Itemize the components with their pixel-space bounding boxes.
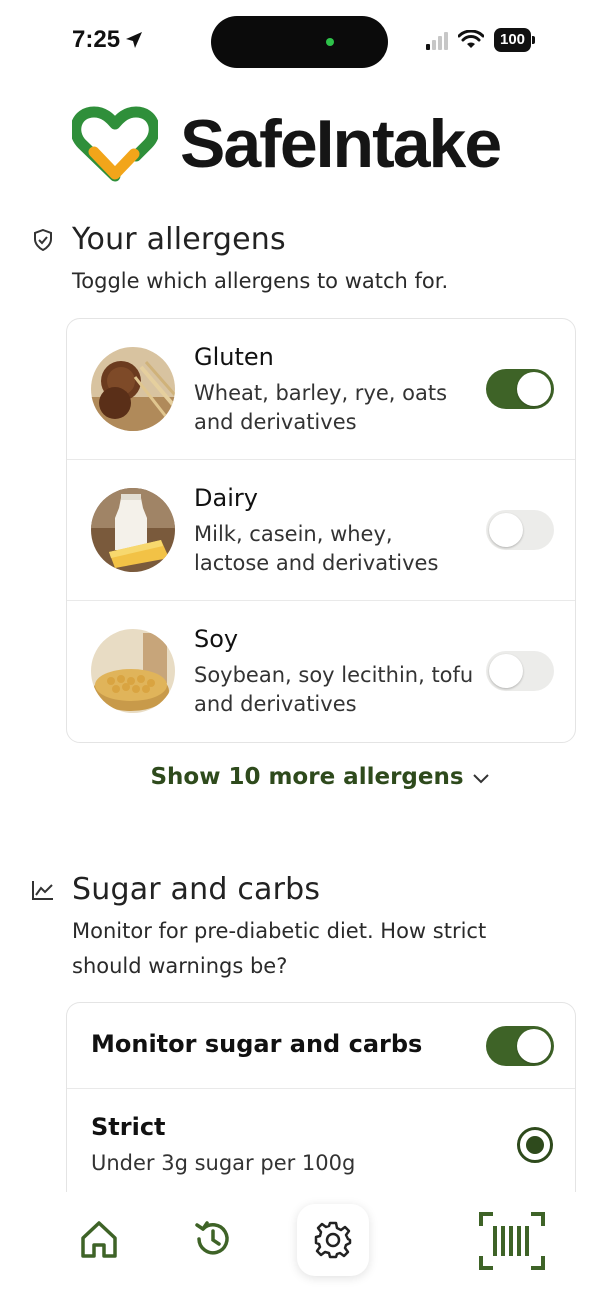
strict-option-label: Strict: [91, 1113, 166, 1141]
allergen-name: Soy: [194, 625, 239, 653]
allergen-row-dairy: Dairy Milk, casein, whey, lactose and de…: [67, 460, 575, 601]
sugar-section-description: Monitor for pre-diabetic diet. How stric…: [72, 919, 487, 978]
dairy-thumbnail: [91, 488, 175, 572]
status-time: 7:25: [72, 26, 144, 54]
allergens-section-description: Toggle which allergens to watch for.: [72, 269, 449, 293]
allergen-row-gluten: Gluten Wheat, barley, rye, oats and deri…: [67, 319, 575, 460]
strict-option-description: Under 3g sugar per 100g: [91, 1151, 356, 1175]
sugar-section-title: Sugar and carbs: [72, 872, 321, 907]
soy-toggle[interactable]: [486, 651, 554, 691]
allergens-section-header: Your allergens: [32, 222, 286, 257]
nav-scan-button[interactable]: [478, 1212, 546, 1270]
show-more-label: Show 10 more allergens: [150, 764, 464, 790]
gluten-toggle[interactable]: [486, 369, 554, 409]
gluten-thumbnail: [91, 347, 175, 431]
monitor-sugar-toggle[interactable]: [486, 1026, 554, 1066]
allergen-name: Dairy: [194, 484, 258, 512]
status-bar: 7:25 100: [0, 0, 600, 84]
radio-selected-dot: [526, 1136, 544, 1154]
sugar-card: Monitor sugar and carbs Strict Under 3g …: [66, 1002, 576, 1202]
dairy-toggle[interactable]: [486, 510, 554, 550]
dynamic-island: [211, 16, 388, 68]
status-time-text: 7:25: [72, 26, 121, 53]
toggle-knob: [517, 1029, 551, 1063]
status-indicators: 100: [426, 28, 536, 52]
toggle-knob: [489, 654, 523, 688]
nav-history-button[interactable]: [190, 1216, 236, 1262]
monitor-sugar-label: Monitor sugar and carbs: [91, 1030, 423, 1058]
home-icon: [81, 1221, 117, 1258]
app-logo: SafeIntake: [72, 104, 502, 184]
app-name: SafeIntake: [180, 106, 502, 182]
bottom-navigation: [0, 1192, 600, 1299]
location-arrow-icon: [126, 32, 143, 48]
allergen-description: Soybean, soy lecithin, tofu and derivati…: [194, 663, 474, 716]
allergen-row-soy: Soy Soybean, soy lecithin, tofu and deri…: [67, 601, 575, 742]
allergens-card: Gluten Wheat, barley, rye, oats and deri…: [66, 318, 576, 743]
strict-option-row[interactable]: Strict Under 3g sugar per 100g: [67, 1089, 575, 1199]
allergen-description: Milk, casein, whey, lactose and derivati…: [194, 522, 439, 575]
allergen-name: Gluten: [194, 343, 274, 371]
nav-settings-button[interactable]: [297, 1204, 369, 1276]
wifi-icon: [458, 30, 484, 48]
cellular-signal-icon: [426, 30, 448, 50]
history-icon: [195, 1221, 229, 1255]
toggle-knob: [517, 372, 551, 406]
sugar-section-header: Sugar and carbs: [32, 872, 320, 907]
monitor-sugar-row: Monitor sugar and carbs: [67, 1003, 575, 1089]
heart-check-logo-icon: [72, 106, 158, 182]
nav-home-button[interactable]: [76, 1216, 122, 1262]
soy-thumbnail: [91, 629, 175, 713]
chevron-down-icon: [472, 765, 490, 791]
camera-indicator-dot: [326, 38, 334, 46]
show-more-allergens-button[interactable]: Show 10 more allergens: [0, 764, 600, 791]
toggle-knob: [489, 513, 523, 547]
barcode-scan-icon: [479, 1212, 545, 1270]
gear-icon: [314, 1221, 352, 1259]
allergens-section-title: Your allergens: [72, 222, 286, 257]
battery-icon: 100: [494, 28, 536, 52]
trend-chart-icon: [32, 879, 54, 901]
allergen-description: Wheat, barley, rye, oats and derivatives: [194, 381, 448, 434]
shield-check-icon: [32, 228, 54, 251]
strict-radio-button[interactable]: [517, 1127, 553, 1163]
